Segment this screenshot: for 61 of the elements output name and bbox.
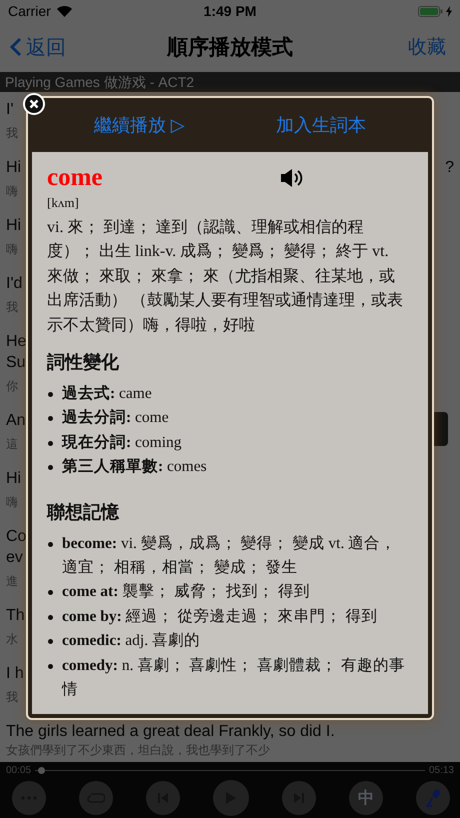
sentence-text: ? — [445, 158, 454, 178]
section-heading: 聯想記憶 — [47, 502, 119, 523]
bullet-icon — [48, 664, 53, 669]
sentence-text: Hi — [6, 216, 22, 236]
mic-button[interactable] — [416, 781, 450, 815]
microphone-icon — [425, 788, 441, 808]
section-heading: 詞性變化 — [47, 352, 119, 374]
speaker-icon[interactable] — [280, 168, 304, 188]
carrier-label: Carrier — [8, 3, 51, 19]
related-word-text: come at: 襲擊； 威脅； 找到； 得到 — [62, 582, 310, 602]
bullet-icon — [48, 392, 53, 398]
sentence-text: Co — [6, 527, 26, 547]
favorite-button[interactable]: 收藏 — [408, 34, 446, 60]
bullet-icon — [48, 465, 53, 470]
phonetic-text: [kʌm] — [47, 195, 79, 210]
bullet-icon — [48, 614, 53, 620]
bullet-icon — [48, 416, 53, 422]
related-word-text: comedy: n. 喜劇； 喜劇性； 喜劇體裁； 有趣的事情 — [62, 656, 406, 700]
sentence-text: The girls learned a great deal Frankly, so did I. — [6, 722, 335, 742]
close-button[interactable] — [23, 93, 45, 115]
bullet-icon — [48, 590, 53, 596]
sentence-text: I h — [6, 664, 24, 684]
bullet-icon — [48, 542, 53, 547]
play-button[interactable] — [213, 780, 249, 816]
bullet-icon — [48, 440, 53, 446]
related-word-text: come by: 經過； 從旁邊走過； 來串門； 得到 — [62, 606, 378, 627]
charging-bolt-icon — [446, 6, 452, 16]
elapsed-time: 00:05 — [6, 764, 32, 776]
related-word-text: comedic: adj. 喜劇的 — [62, 631, 200, 652]
sentence-text: I' — [6, 100, 14, 120]
chevron-left-icon — [10, 37, 22, 57]
bullet-icon — [48, 639, 53, 644]
word-form-text: 第三人稱單數: comes — [62, 457, 207, 478]
sentence-text: ev — [6, 548, 23, 568]
nav-title: 順序播放模式 — [167, 36, 293, 59]
sentence-text: He — [6, 332, 26, 352]
back-button[interactable]: 返回 — [10, 34, 66, 60]
progress-thumb[interactable] — [38, 766, 46, 774]
loop-button[interactable] — [79, 781, 113, 815]
sentence-text: Th — [6, 606, 25, 626]
headword: come — [47, 163, 103, 193]
word-form-text: 過去分詞: come — [62, 408, 169, 428]
sentence-text: Su — [6, 353, 26, 373]
clock-time: 1:49 PM — [204, 3, 256, 19]
add-to-wordbook-button[interactable]: 加入生詞本 — [272, 109, 370, 141]
more-button[interactable] — [12, 781, 46, 815]
wifi-icon — [56, 6, 72, 16]
word-form-text: 現在分詞: coming — [62, 432, 182, 453]
sentence-text: Hi — [6, 469, 22, 489]
close-icon — [29, 99, 39, 109]
definition-text: vi. 來； 到達； 達到（認識、理解或相信的程度）； 出生 link-v. 成爲； 變爲； 變得； 終于 vt. 來做； 來取； 來拿； 來（尤指相聚、往某地，或出席活動） （鼓勵某人要有理智或通情達理，或表示不太贊同）嗨，得啦，好啦 — [47, 218, 404, 336]
sentence-text: An — [6, 411, 26, 431]
duration-time: 05:13 — [428, 764, 454, 776]
sentence-text: I'd — [6, 274, 22, 294]
sentence-text: Hi — [6, 158, 22, 178]
previous-button[interactable] — [146, 781, 180, 815]
word-form-text: 過去式: came — [62, 384, 152, 404]
next-button[interactable] — [282, 781, 316, 815]
continue-play-button[interactable]: 繼續播放 ▷ — [90, 109, 189, 141]
lesson-title-bar: Playing Games 做游戏 - ACT2 — [0, 72, 460, 92]
battery-icon — [418, 6, 443, 16]
